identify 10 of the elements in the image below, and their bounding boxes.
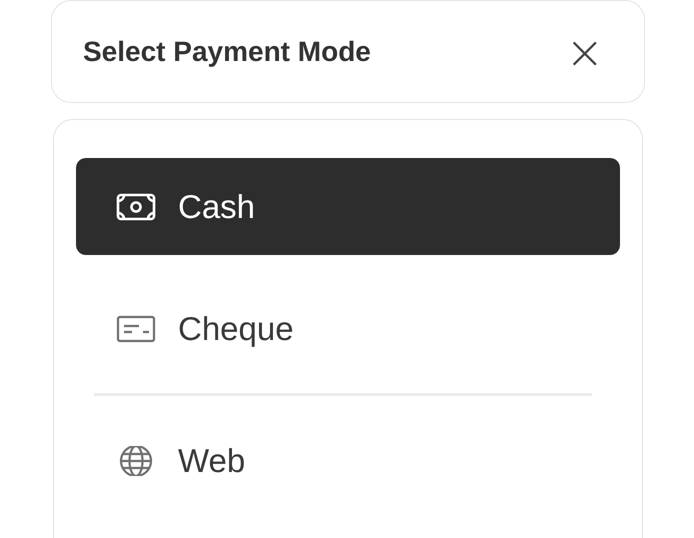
payment-option[interactable]: Cash bbox=[76, 158, 620, 255]
option-label: Web bbox=[178, 442, 246, 480]
close-button[interactable]: × bbox=[565, 28, 604, 74]
option-label: Cash bbox=[178, 188, 256, 226]
option-label: Cheque bbox=[178, 310, 294, 348]
dialog-title: Select Payment Mode bbox=[83, 36, 371, 68]
payment-option[interactable]: Cheque bbox=[76, 280, 620, 377]
cash-icon bbox=[116, 192, 156, 222]
card-icon bbox=[116, 314, 156, 344]
payment-option[interactable]: Web bbox=[76, 412, 620, 509]
